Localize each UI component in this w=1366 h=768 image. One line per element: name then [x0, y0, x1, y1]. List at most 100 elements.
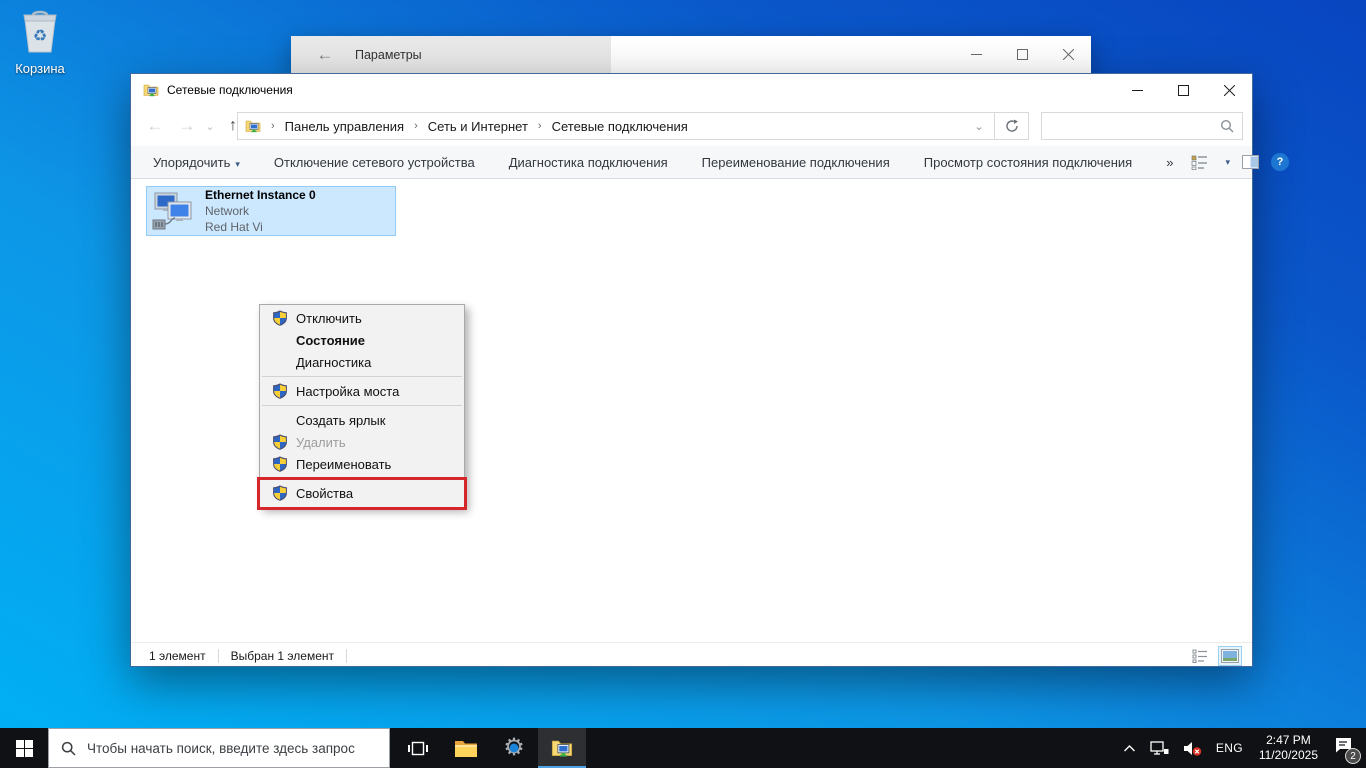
- clock-date: 11/20/2025: [1258, 748, 1318, 762]
- menu-item-properties-label: Свойства: [296, 485, 354, 501]
- organize-label: Упорядочить: [153, 154, 231, 170]
- command-view-status[interactable]: Просмотр состояния подключения: [924, 155, 1132, 170]
- maximize-button[interactable]: [1160, 74, 1206, 106]
- network-connections-window: Сетевые подключения ← → ⌄ ↑ › Панель упр…: [130, 73, 1289, 667]
- settings-window[interactable]: ← Параметры: [291, 36, 1091, 73]
- change-view-icon[interactable]: [1191, 155, 1208, 170]
- back-icon[interactable]: ←: [141, 106, 169, 146]
- thumbnail-view-button[interactable]: [1218, 645, 1242, 666]
- connection-item-ethernet-instance-0[interactable]: Ethernet Instance 0 Network Red Hat Vi: [146, 186, 396, 236]
- details-view-button[interactable]: [1188, 646, 1212, 666]
- menu-item-create-shortcut[interactable]: Создать ярлык: [260, 409, 464, 431]
- refresh-button[interactable]: [994, 113, 1028, 139]
- system-tray: ENG 2:47 PM 11/20/2025 2: [1116, 728, 1366, 768]
- desktop[interactable]: ♻ Корзина ← Параметры Сетевые подключени…: [0, 0, 1366, 768]
- preview-pane-icon[interactable]: [1241, 155, 1259, 169]
- menu-separator: [262, 376, 462, 377]
- notification-badge: 2: [1345, 748, 1361, 764]
- speaker-muted-icon: [1183, 741, 1202, 756]
- menu-separator: [262, 405, 462, 406]
- windows-logo-icon: [15, 739, 33, 757]
- more-commands-icon[interactable]: »: [1166, 155, 1173, 170]
- breadcrumb-separator-icon: ›: [271, 120, 275, 132]
- menu-item-delete-label: Удалить: [296, 434, 346, 450]
- network-ethernet-icon: [1150, 740, 1169, 755]
- recent-locations-icon[interactable]: ⌄: [201, 106, 219, 146]
- menu-item-status[interactable]: Состояние: [260, 329, 464, 351]
- language-indicator[interactable]: ENG: [1209, 741, 1250, 755]
- folder-content-area[interactable]: Ethernet Instance 0 Network Red Hat Vi О…: [131, 179, 1252, 642]
- uac-shield-icon: [272, 310, 288, 326]
- file-explorer-icon: [455, 740, 477, 757]
- settings-taskbar-button[interactable]: ⚙: [490, 728, 538, 768]
- breadcrumb-control-panel[interactable]: Панель управления: [279, 119, 410, 134]
- menu-item-diagnose[interactable]: Диагностика: [260, 351, 464, 373]
- help-button[interactable]: ?: [1270, 153, 1289, 171]
- breadcrumb-separator-icon: ›: [414, 120, 418, 132]
- search-icon: [61, 741, 76, 756]
- view-dropdown-icon[interactable]: ▾: [1225, 157, 1230, 168]
- menu-item-properties[interactable]: Свойства: [260, 482, 464, 504]
- menu-item-disable[interactable]: Отключить: [260, 307, 464, 329]
- connection-name: Ethernet Instance 0: [205, 188, 316, 202]
- uac-shield-icon: [272, 383, 288, 399]
- uac-shield-icon: [272, 456, 288, 472]
- tray-network-button[interactable]: [1143, 740, 1176, 756]
- recycle-bin[interactable]: ♻ Корзина: [8, 8, 72, 76]
- taskbar: Чтобы начать поиск, введите здесь запрос…: [0, 728, 1366, 768]
- action-center-button[interactable]: 2: [1327, 737, 1361, 764]
- minimize-button[interactable]: [1114, 74, 1160, 106]
- address-bar[interactable]: › Панель управления › Сеть и Интернет › …: [237, 112, 1029, 140]
- menu-separator: [262, 478, 462, 479]
- taskbar-search-placeholder: Чтобы начать поиск, введите здесь запрос: [87, 740, 355, 756]
- command-disable-device[interactable]: Отключение сетевого устройства: [274, 155, 475, 170]
- network-connections-taskbar-button[interactable]: [538, 728, 586, 768]
- settings-window-title: Параметры: [355, 47, 422, 62]
- refresh-icon: [1005, 119, 1018, 132]
- settings-maximize-button[interactable]: [999, 36, 1045, 73]
- file-explorer-button[interactable]: [442, 728, 490, 768]
- menu-item-create-shortcut-label: Создать ярлык: [296, 412, 386, 428]
- settings-minimize-button[interactable]: [953, 36, 999, 73]
- connection-network: Network: [205, 204, 250, 218]
- menu-item-delete[interactable]: Удалить: [260, 431, 464, 453]
- navigation-bar: ← → ⌄ ↑ › Панель управления › Сеть и Инт…: [131, 106, 1252, 146]
- settings-titlebar[interactable]: ← Параметры: [291, 36, 1091, 73]
- tray-expand-button[interactable]: [1116, 744, 1143, 753]
- network-connections-icon: [551, 740, 573, 758]
- breadcrumb-network-internet[interactable]: Сеть и Интернет: [422, 119, 534, 134]
- chevron-down-icon: ▾: [235, 158, 240, 169]
- recycle-bin-label: Корзина: [15, 61, 65, 76]
- explorer-search-input[interactable]: [1041, 112, 1243, 140]
- command-diagnose-connection[interactable]: Диагностика подключения: [509, 155, 668, 170]
- breadcrumb-separator-icon: ›: [537, 120, 542, 132]
- network-connections-icon: [143, 84, 159, 97]
- taskbar-search-input[interactable]: Чтобы начать поиск, введите здесь запрос: [48, 728, 390, 768]
- breadcrumb-network-connections[interactable]: Сетевые подключения: [546, 119, 694, 134]
- menu-item-bridge-label: Настройка моста: [296, 383, 400, 399]
- menu-item-bridge[interactable]: Настройка моста: [260, 380, 464, 402]
- window-titlebar[interactable]: Сетевые подключения: [131, 74, 1252, 106]
- chevron-up-icon: [1123, 744, 1135, 751]
- start-button[interactable]: [0, 728, 48, 768]
- menu-item-rename[interactable]: Переименовать: [260, 453, 464, 475]
- forward-icon[interactable]: →: [173, 106, 201, 146]
- statusbar-divider: [217, 648, 219, 663]
- tray-volume-button[interactable]: [1176, 741, 1209, 756]
- statusbar-divider: [346, 648, 347, 663]
- close-button[interactable]: [1206, 74, 1252, 106]
- window-title: Сетевые подключения: [167, 83, 293, 97]
- address-location-icon: [245, 120, 261, 133]
- address-dropdown-icon[interactable]: ⌄: [964, 120, 994, 133]
- organize-button[interactable]: Упорядочить ▾: [153, 155, 240, 170]
- uac-shield-icon: [272, 434, 288, 450]
- task-view-button[interactable]: [394, 728, 442, 768]
- settings-back-icon[interactable]: ←: [313, 45, 337, 65]
- menu-item-status-label: Состояние: [296, 332, 366, 348]
- clock-time: 2:47 PM: [1266, 733, 1311, 747]
- task-view-icon: [408, 741, 428, 755]
- settings-close-button[interactable]: [1045, 36, 1091, 73]
- clock[interactable]: 2:47 PM 11/20/2025: [1250, 733, 1327, 763]
- command-rename-connection[interactable]: Переименование подключения: [702, 155, 890, 170]
- network-adapter-icon: [152, 192, 192, 230]
